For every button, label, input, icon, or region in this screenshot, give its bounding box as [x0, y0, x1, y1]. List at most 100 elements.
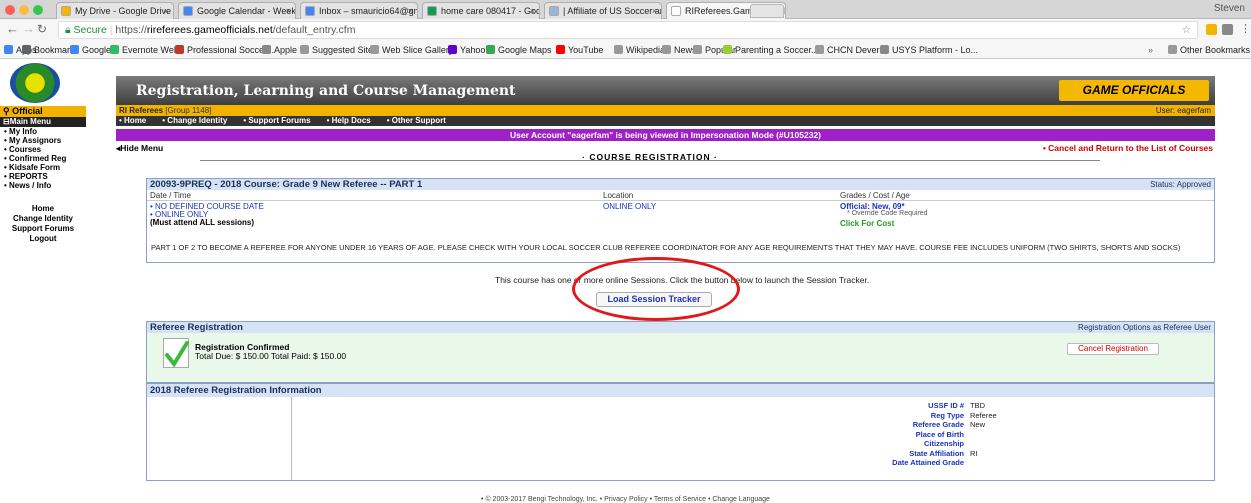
nav-link[interactable]: • Change Identity — [162, 116, 235, 125]
tab-title: Inbox – smauricio64@gmail.co — [319, 6, 417, 16]
bookmark-item[interactable]: News — [662, 44, 697, 56]
bookmark-icon — [880, 45, 889, 54]
user-name: eagerfam — [1177, 106, 1211, 115]
extension-icon[interactable] — [1222, 24, 1233, 35]
org-bar: RI Referees [Group 1148] User: eagerfam — [116, 105, 1215, 116]
menu-kebab-icon[interactable]: ⋮ — [1240, 22, 1251, 36]
bookmark-label: Professional Soccer... — [187, 45, 275, 55]
sidebar-bottom-link[interactable]: Logout — [0, 234, 86, 244]
maximize-window-button[interactable] — [33, 5, 43, 15]
sidebar-item[interactable]: • Confirmed Reg — [4, 154, 66, 163]
bookmark-label: USYS Platform - Lo... — [892, 45, 979, 55]
url-input[interactable]: 🔒︎ Secure | https://rireferees.gameoffic… — [58, 21, 1198, 39]
tab-close-icon[interactable]: × — [164, 3, 169, 19]
bookmark-item[interactable]: Suggested Sites — [300, 44, 378, 56]
sidebar-item-label: REPORTS — [9, 172, 48, 181]
bookmark-item[interactable]: Google — [70, 44, 111, 56]
browser-tab[interactable]: home care 080417 - Google S× — [422, 2, 540, 19]
col-grades: Grades / Cost / Age — [840, 191, 910, 200]
folder-icon — [1168, 45, 1177, 54]
tab-close-icon[interactable]: × — [408, 3, 413, 19]
course-location-link[interactable]: ONLINE ONLY — [603, 202, 656, 211]
sidebar-bottom-link[interactable]: Home — [0, 204, 86, 214]
tab-favicon-icon — [61, 6, 71, 16]
sidebar-item[interactable]: • Courses — [4, 145, 41, 154]
cancel-registration-button[interactable]: Cancel Registration — [1067, 343, 1159, 355]
sidebar-item[interactable]: • Kidsafe Form — [4, 163, 60, 172]
bookmark-item[interactable]: Apple — [262, 44, 297, 56]
minimize-window-button[interactable] — [19, 5, 29, 15]
sidebar-item[interactable]: • My Info — [4, 127, 37, 136]
hide-menu-label: Hide Menu — [120, 143, 164, 153]
rireferees-logo — [10, 63, 60, 103]
bookmark-item[interactable]: Parenting a Soccer... — [723, 44, 819, 56]
info-header: 2018 Referee Registration Information — [147, 384, 1214, 397]
sidebar: ⚲ Official ⊟Main Menu • My Info • My Assi… — [0, 60, 86, 503]
browser-tab[interactable]: My Drive - Google Drive × — [56, 2, 174, 19]
bookmark-icon — [262, 45, 271, 54]
back-arrow-icon[interactable]: ← — [6, 22, 19, 36]
official-tab[interactable]: ⚲ Official — [0, 106, 86, 117]
bookmark-label: Evernote Web — [122, 45, 179, 55]
bookmark-icon — [175, 45, 184, 54]
nav-link-label: Support Forums — [248, 116, 311, 125]
click-for-cost-link[interactable]: Click For Cost — [840, 219, 894, 228]
main-menu-header[interactable]: ⊟Main Menu — [0, 117, 86, 127]
nav-link[interactable]: • Help Docs — [327, 116, 379, 125]
sidebar-item-label: My Assignors — [9, 136, 62, 145]
profile-name[interactable]: Steven — [1214, 3, 1245, 14]
bookmark-item[interactable]: Wikipedia — [614, 44, 665, 56]
bookmark-icon — [662, 45, 671, 54]
star-icon[interactable]: ☆ — [1182, 22, 1191, 38]
info-value: Referee — [970, 410, 997, 420]
page-title: Registration, Learning and Course Manage… — [136, 83, 516, 99]
sidebar-bottom-link[interactable]: Support Forums — [0, 224, 86, 234]
extension-icon[interactable] — [1206, 24, 1217, 35]
sidebar-item-label: News / Info — [9, 181, 52, 190]
bookmark-item[interactable]: USYS Platform - Lo... — [880, 44, 978, 56]
nav-link[interactable]: • Other Support — [387, 116, 454, 125]
sidebar-item[interactable]: • My Assignors — [4, 136, 61, 145]
sidebar-bottom-link[interactable]: Change Identity — [0, 214, 86, 224]
forward-arrow-icon[interactable]: → — [22, 22, 35, 36]
bookmark-icon — [556, 45, 565, 54]
secure-label: Secure — [73, 24, 107, 36]
bookmark-item[interactable]: Professional Soccer... — [175, 44, 274, 56]
reload-icon[interactable]: ↻ — [37, 22, 47, 36]
new-tab-button[interactable] — [750, 4, 784, 18]
bookmark-item[interactable]: Google Maps — [486, 44, 552, 56]
close-window-button[interactable] — [5, 5, 15, 15]
tab-title: home care 080417 - Google S — [441, 6, 540, 16]
browser-tab[interactable]: Inbox – smauricio64@gmail.co× — [300, 2, 418, 19]
registration-totals: Total Due: $ 150.00 Total Paid: $ 150.00 — [195, 351, 347, 361]
sidebar-item[interactable]: • REPORTS — [4, 172, 48, 181]
info-value: RI — [970, 448, 978, 458]
bookmark-item[interactable]: Evernote Web — [110, 44, 179, 56]
org-group: [Group 1148] — [165, 106, 212, 115]
bookmark-item[interactable]: Web Slice Gallery — [370, 44, 453, 56]
other-bookmarks[interactable]: Other Bookmarks — [1168, 44, 1250, 56]
hide-menu-link[interactable]: ◂Hide Menu — [116, 143, 163, 154]
bookmark-item[interactable]: Yahoo! — [448, 44, 488, 56]
org-name: RI Referees — [119, 106, 164, 115]
gameofficials-logo: GAME OFFICIALS — [1059, 80, 1209, 101]
tab-close-icon[interactable]: × — [530, 3, 535, 19]
browser-tab[interactable]: Google Calendar - Week of Ju× — [178, 2, 296, 19]
nav-link-label: Other Support — [391, 116, 446, 125]
sidebar-item[interactable]: • News / Info — [4, 181, 51, 190]
bookmarks-overflow-chevron[interactable]: » — [1148, 44, 1153, 56]
bookmark-item[interactable]: YouTube — [556, 44, 603, 56]
highlight-circle — [572, 257, 740, 321]
nav-link[interactable]: • Support Forums — [243, 116, 318, 125]
bookmark-label: Parenting a Soccer... — [735, 45, 819, 55]
bookmark-label: CHCN Devero — [827, 45, 885, 55]
nav-link[interactable]: • Home — [119, 116, 154, 125]
tab-close-icon[interactable]: × — [652, 3, 657, 19]
user-icon: ⚲ — [3, 106, 13, 116]
browser-tab[interactable]: | Affiliate of US Soccer and FIF× — [544, 2, 662, 19]
registration-options-link[interactable]: Registration Options as Referee User — [1078, 322, 1211, 333]
tab-favicon-icon — [183, 6, 193, 16]
info-value: TBD — [970, 401, 985, 410]
tab-close-icon[interactable]: × — [286, 3, 291, 19]
bookmark-item[interactable]: CHCN Devero — [815, 44, 885, 56]
